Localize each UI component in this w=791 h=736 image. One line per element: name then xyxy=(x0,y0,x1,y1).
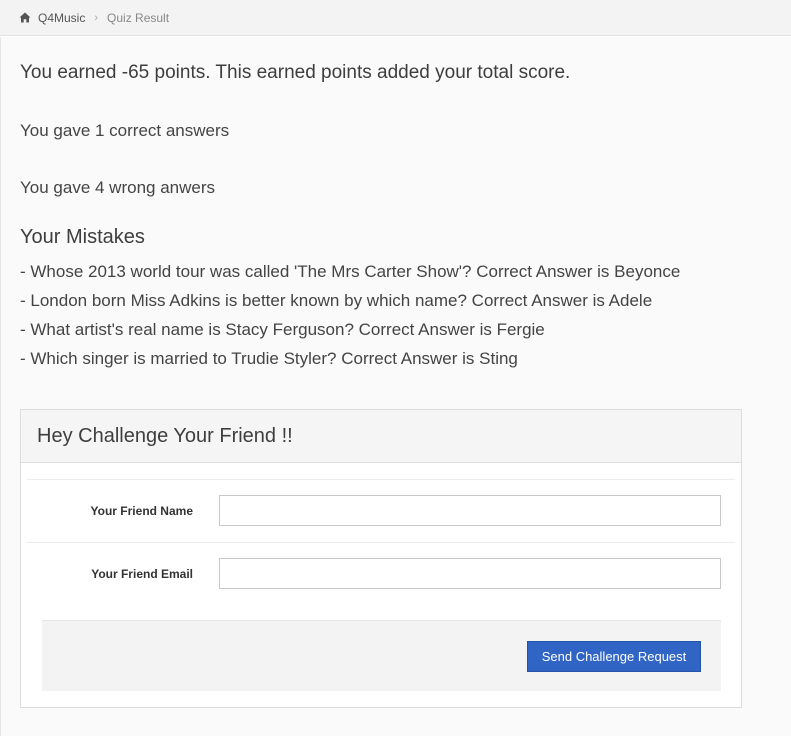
breadcrumb-item-home[interactable]: Q4Music xyxy=(38,11,85,25)
breadcrumb-item-current: Quiz Result xyxy=(107,10,170,25)
chevron-right-icon: › xyxy=(94,11,99,24)
breadcrumb: Q4Music › Quiz Result xyxy=(0,0,791,36)
home-icon[interactable] xyxy=(19,12,31,23)
friend-email-input[interactable] xyxy=(219,558,721,589)
friend-email-row: Your Friend Email xyxy=(27,542,735,604)
main-content: You earned -65 points. This earned point… xyxy=(0,37,791,736)
friend-name-input[interactable] xyxy=(219,495,721,526)
send-challenge-button[interactable]: Send Challenge Request xyxy=(527,641,701,672)
challenge-panel: Hey Challenge Your Friend !! Your Friend… xyxy=(20,409,742,708)
correct-count-text: You gave 1 correct answers xyxy=(20,121,230,140)
list-item: - Which singer is married to Trudie Styl… xyxy=(20,349,518,368)
list-item: - Whose 2013 world tour was called 'The … xyxy=(20,262,681,281)
mistakes-list: - Whose 2013 world tour was called 'The … xyxy=(20,257,680,373)
friend-name-label: Your Friend Name xyxy=(90,503,193,518)
list-item: - London born Miss Adkins is better know… xyxy=(20,291,653,310)
panel-title: Hey Challenge Your Friend !! xyxy=(21,410,741,463)
wrong-count-text: You gave 4 wrong anwers xyxy=(20,178,216,197)
friend-name-row: Your Friend Name xyxy=(27,479,735,541)
result-summary: You earned -65 points. This earned point… xyxy=(20,62,571,83)
list-item: - What artist's real name is Stacy Fergu… xyxy=(20,320,545,339)
friend-email-label: Your Friend Email xyxy=(91,566,193,581)
form-footer: Send Challenge Request xyxy=(42,620,721,691)
mistakes-heading: Your Mistakes xyxy=(20,226,145,248)
